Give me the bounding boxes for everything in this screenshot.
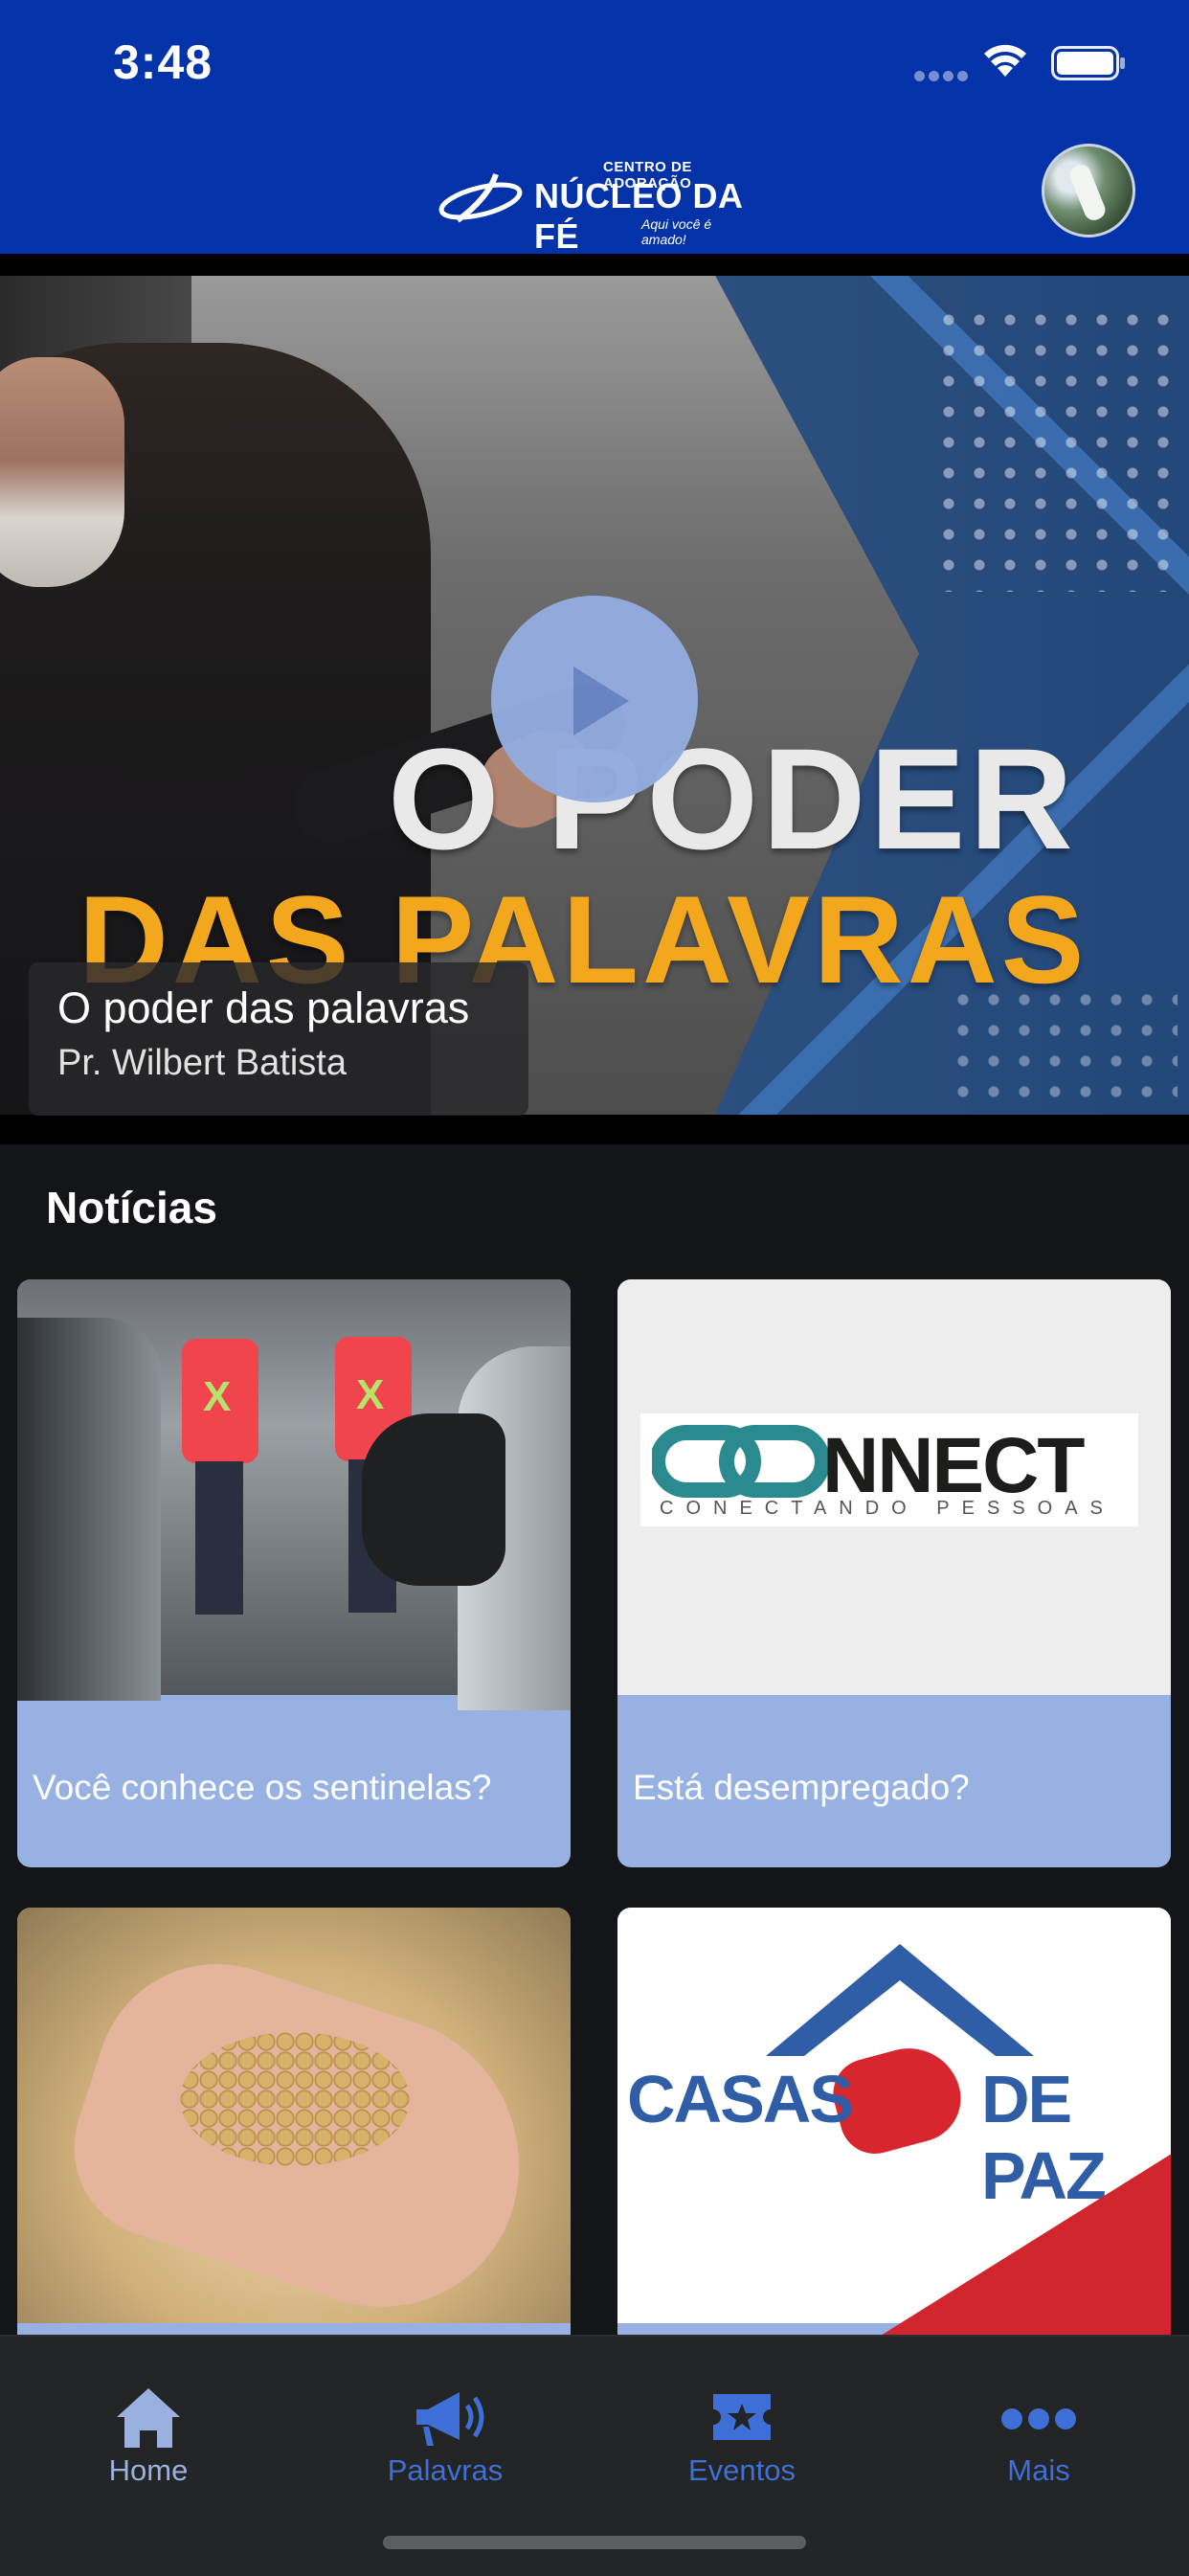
tab-label: Mais (1007, 2453, 1070, 2487)
news-section-title: Notícias (46, 1183, 217, 1232)
cellular-signal-icon (914, 69, 972, 86)
home-icon (117, 2388, 180, 2448)
play-icon (573, 667, 629, 735)
news-image-hand-seeds (17, 1908, 571, 2342)
tab-home[interactable]: Home (0, 2337, 297, 2509)
news-image-security-staff: X X (17, 1279, 571, 1710)
play-button[interactable] (491, 596, 698, 802)
casas-logo-text-left: CASAS (627, 2062, 854, 2136)
battery-icon (1051, 46, 1125, 80)
logo-mark-icon (438, 172, 523, 223)
megaphone-icon (416, 2392, 484, 2446)
logo-tagline: Aqui você é amado! (641, 216, 712, 247)
app-header: CENTRO DE ADORAÇÃO NÚCLEO DA FÉ Aqui voc… (0, 124, 1189, 256)
video-caption: O poder das palavras Pr. Wilbert Batista (29, 962, 528, 1116)
preacher-face (0, 357, 124, 587)
wifi-icon (984, 44, 1026, 77)
news-card-desempregado[interactable]: NNECT CONECTANDO PESSOAS Está desemprega… (617, 1279, 1171, 1867)
tab-mais[interactable]: Mais (890, 2337, 1187, 2509)
church-logo[interactable]: CENTRO DE ADORAÇÃO NÚCLEO DA FÉ Aqui voc… (438, 153, 754, 256)
news-image-casas-de-paz-logo: CASAS DE PAZ (617, 1908, 1171, 2339)
connect-logo-subtitle: CONECTANDO PESSOAS (660, 1498, 1115, 1519)
ticket-star-icon (713, 2394, 771, 2440)
tab-label: Home (108, 2453, 189, 2487)
news-image-connect-logo: NNECT CONECTANDO PESSOAS (617, 1279, 1171, 1695)
news-card-sentinelas[interactable]: X X Você conhece os sentinelas? (17, 1279, 571, 1867)
house-roof-icon (766, 1944, 1034, 2056)
thumbnail-title-line1: O PODER (388, 718, 1077, 879)
news-card-label: Está desempregado? (633, 1768, 970, 1807)
status-bar: 3:48 (0, 0, 1189, 124)
more-dots-icon (1001, 2408, 1076, 2429)
video-title: O poder das palavras (57, 983, 470, 1032)
tab-eventos[interactable]: Eventos (594, 2337, 890, 2509)
tab-palavras[interactable]: Palavras (297, 2337, 594, 2509)
chain-link-icon (652, 1425, 830, 1498)
tab-label: Eventos (687, 2453, 796, 2487)
news-card-label: Você conhece os sentinelas? (33, 1768, 492, 1807)
video-author: Pr. Wilbert Batista (57, 1043, 347, 1083)
home-indicator[interactable] (383, 2536, 806, 2549)
hero-dots-decoration (933, 305, 1182, 592)
tab-label: Palavras (387, 2453, 504, 2487)
profile-avatar[interactable] (1042, 144, 1135, 237)
status-time: 3:48 (113, 35, 213, 89)
